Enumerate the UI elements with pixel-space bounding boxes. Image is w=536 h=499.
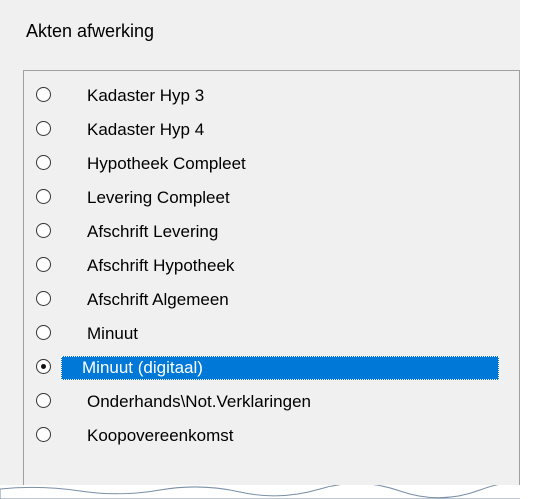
option-label[interactable]: Koopovereenkomst (82, 424, 238, 448)
radio-button[interactable] (36, 189, 51, 204)
radio-button[interactable] (36, 291, 51, 306)
option-row[interactable]: Afschrift Algemeen (24, 282, 504, 316)
option-row[interactable]: Koopovereenkomst (24, 418, 504, 452)
option-label[interactable]: Onderhands\Not.Verklaringen (82, 390, 316, 414)
radio-button-checked[interactable] (36, 359, 51, 374)
torn-edge-decoration (0, 485, 536, 499)
option-row[interactable]: Kadaster Hyp 4 (24, 112, 504, 146)
radio-button[interactable] (36, 223, 51, 238)
options-list-box[interactable]: Kadaster Hyp 3 Kadaster Hyp 4 Hypotheek … (23, 70, 520, 499)
option-label[interactable]: Hypotheek Compleet (82, 152, 251, 176)
window-edge (520, 0, 536, 499)
option-label[interactable]: Afschrift Algemeen (82, 288, 234, 312)
option-label-selected[interactable]: Minuut (digitaal) (61, 356, 499, 380)
radio-button[interactable] (36, 393, 51, 408)
option-label[interactable]: Minuut (82, 322, 143, 346)
radio-button[interactable] (36, 155, 51, 170)
akten-afwerking-panel: Akten afwerking Kadaster Hyp 3 Kadaster … (0, 0, 536, 499)
option-label[interactable]: Levering Compleet (82, 186, 235, 210)
radio-button[interactable] (36, 121, 51, 136)
option-label[interactable]: Afschrift Levering (82, 220, 223, 244)
option-row[interactable]: Afschrift Hypotheek (24, 248, 504, 282)
option-row[interactable]: Minuut (24, 316, 504, 350)
option-label[interactable]: Afschrift Hypotheek (82, 254, 239, 278)
option-row[interactable]: Onderhands\Not.Verklaringen (24, 384, 504, 418)
option-row-selected[interactable]: Minuut (digitaal) (24, 350, 504, 384)
radio-button[interactable] (36, 257, 51, 272)
option-label[interactable]: Kadaster Hyp 4 (82, 118, 209, 142)
option-label[interactable]: Kadaster Hyp 3 (82, 84, 209, 108)
radio-button[interactable] (36, 325, 51, 340)
option-row[interactable]: Hypotheek Compleet (24, 146, 504, 180)
radio-button[interactable] (36, 427, 51, 442)
option-row[interactable]: Afschrift Levering (24, 214, 504, 248)
option-row[interactable]: Kadaster Hyp 3 (24, 78, 504, 112)
option-row[interactable]: Levering Compleet (24, 180, 504, 214)
radio-button[interactable] (36, 87, 51, 102)
selected-label-text: Minuut (digitaal) (82, 358, 203, 377)
group-title: Akten afwerking (26, 21, 155, 41)
